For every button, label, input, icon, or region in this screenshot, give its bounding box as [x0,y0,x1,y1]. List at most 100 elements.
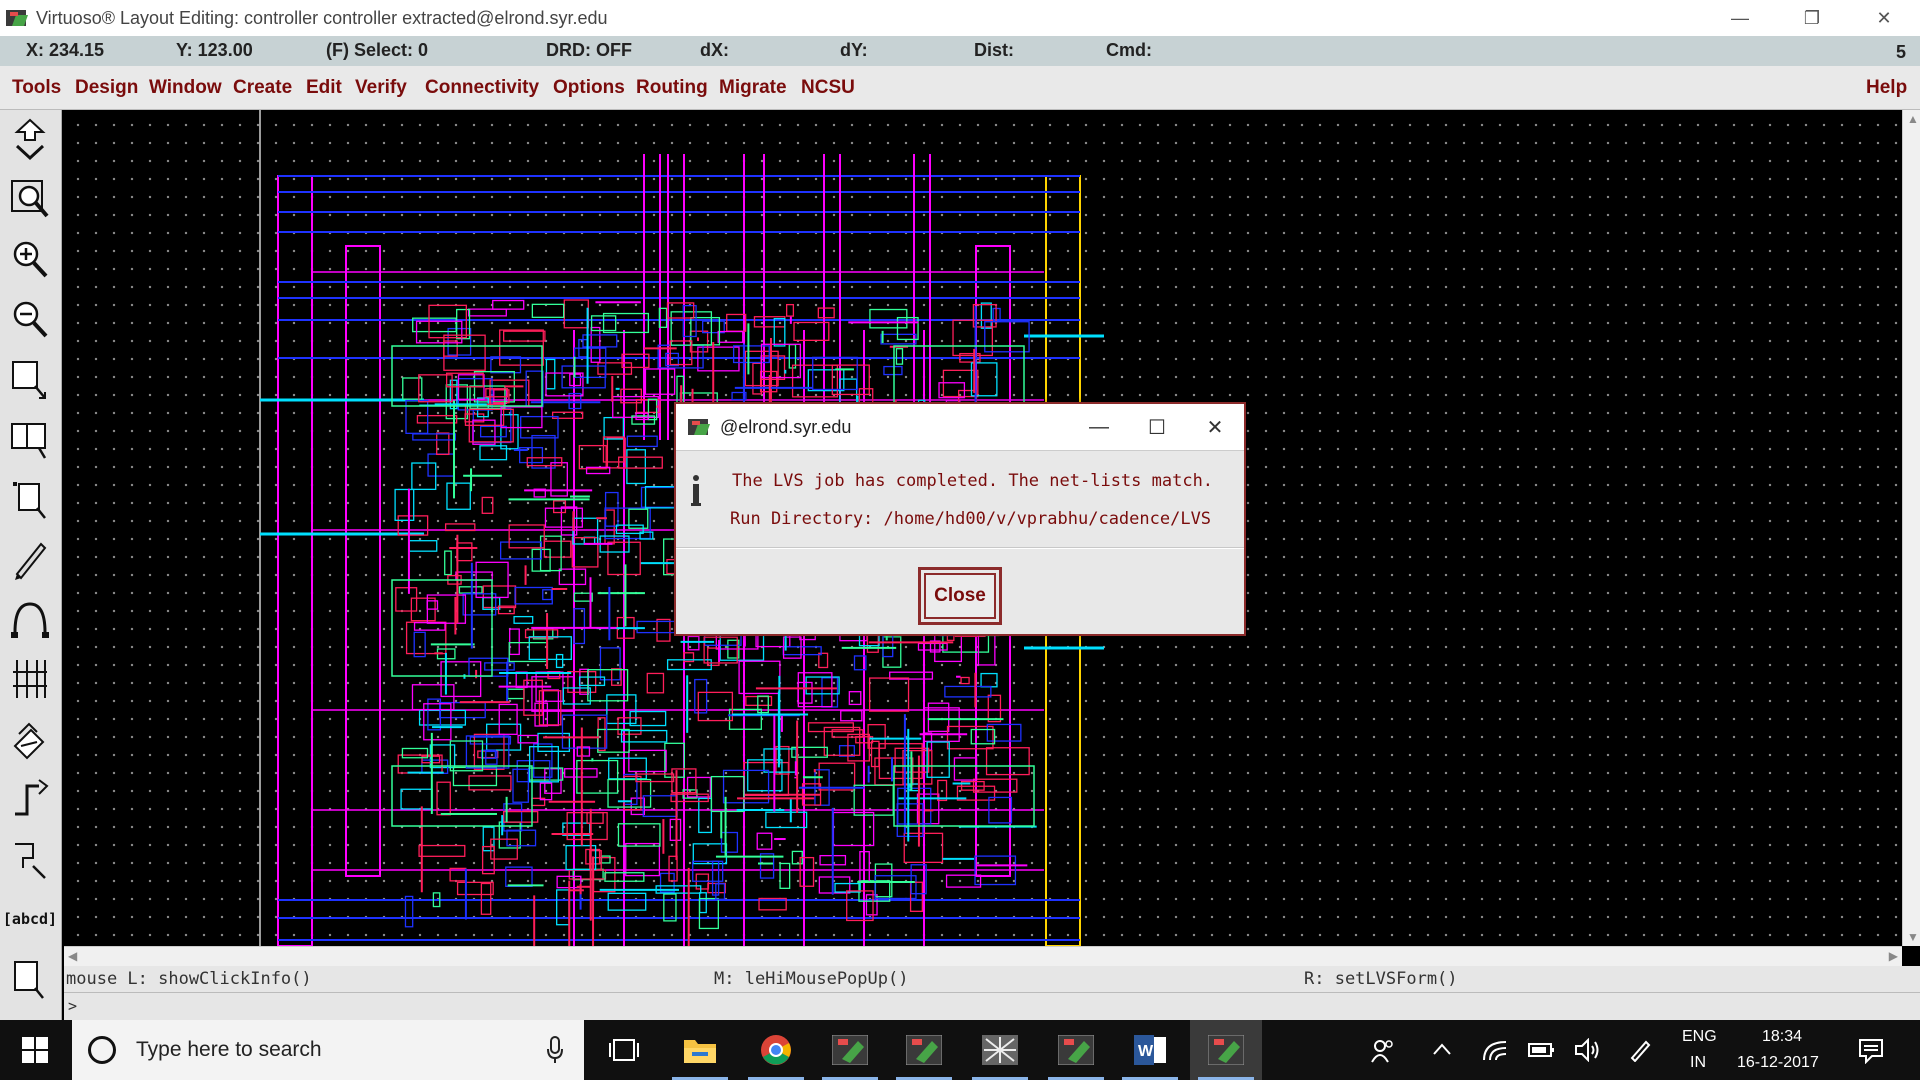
microphone-icon[interactable] [546,1036,564,1064]
battery-icon[interactable] [1528,1040,1556,1060]
layout-shape [426,600,439,610]
layout-shape [788,343,797,369]
menu-routing[interactable]: Routing [636,77,708,99]
chevron-up-icon[interactable] [1432,1042,1452,1056]
dialog-close-x-button[interactable]: ✕ [1186,404,1244,450]
start-button[interactable] [0,1020,70,1080]
instance-tool[interactable] [6,712,54,766]
virtuoso-window-3-button[interactable] [964,1020,1036,1080]
layout-shape [977,632,996,666]
clock-time[interactable]: 18:34 [1762,1028,1802,1046]
dialog-message-directory: Run Directory: /home/hd00/v/vprabhu/cade… [730,509,1212,529]
layout-shape [698,897,719,930]
properties-tool[interactable] [6,652,54,706]
stretch-tool[interactable] [6,352,54,406]
save-icon [14,118,46,161]
layout-shape [756,832,773,850]
instance-icon [13,722,45,760]
layout-shape [597,362,633,375]
layout-shape [663,893,677,922]
path-tool[interactable] [6,772,54,826]
layout-shape [847,733,870,762]
layout-shape [869,677,910,712]
layout-shape [606,694,637,725]
file-explorer-button[interactable] [664,1020,736,1080]
move-tool[interactable] [6,472,54,526]
task-view-button[interactable] [588,1020,660,1080]
restore-button[interactable]: ❐ [1776,0,1848,36]
chrome-button[interactable] [740,1020,812,1080]
layout-shape [456,308,471,340]
virtuoso-window-2-button[interactable] [888,1020,960,1080]
menu-ncsu[interactable]: NCSU [801,77,855,99]
chrome-icon [761,1035,791,1065]
minimize-button[interactable]: — [1704,0,1776,36]
copy-tool[interactable] [6,412,54,466]
layout-shape [980,302,992,329]
people-icon[interactable] [1370,1038,1396,1064]
menu-migrate[interactable]: Migrate [719,77,787,99]
dialog-minimize-button[interactable]: — [1070,404,1128,450]
menu-window[interactable]: Window [149,77,222,99]
layout-shape [446,482,471,510]
polygon-tool[interactable] [6,832,54,886]
layout-shape [926,741,950,778]
menu-verify[interactable]: Verify [355,77,407,99]
layout-shape [604,491,619,527]
layout-shape [551,411,584,419]
layout-shape [626,435,658,448]
action-center-icon[interactable] [1858,1038,1884,1064]
layout-shape [832,811,875,847]
horizontal-scrollbar[interactable]: ◀ ▶ [64,946,1902,966]
command-line[interactable]: > [64,992,1920,1020]
menu-connectivity[interactable]: Connectivity [425,77,539,99]
save-tool[interactable] [6,112,54,166]
taskbar-search-box[interactable]: Type here to search [72,1020,584,1080]
dialog-body: The LVS job has completed. The net-lists… [676,450,1244,634]
layout-shape [506,829,537,847]
pen-workspace-icon[interactable] [1628,1038,1652,1062]
menu-options[interactable]: Options [553,77,625,99]
delete-tool[interactable] [6,532,54,586]
rectangle-icon [14,961,44,999]
layout-shape [503,330,546,342]
dialog-separator [676,547,1244,549]
region-code[interactable]: IN [1690,1054,1706,1072]
layout-shape [942,369,979,398]
layout-shape [564,768,598,778]
word-button[interactable]: W [1114,1020,1186,1080]
dialog-maximize-button[interactable]: ☐ [1128,404,1186,450]
layout-shape [556,889,570,926]
window-number: 5 [1896,42,1907,62]
menu-tools[interactable]: Tools [12,77,61,99]
label-tool[interactable]: [abcd] [3,892,57,946]
layout-shape [391,765,533,827]
align-icon [13,660,47,698]
virtuoso-window-4-button[interactable] [1040,1020,1112,1080]
menu-help[interactable]: Help [1866,77,1907,99]
rectangle-tool[interactable] [6,952,54,1006]
language-code[interactable]: ENG [1682,1028,1717,1046]
close-button[interactable]: ✕ [1848,0,1920,36]
dialog-close-button[interactable]: Close [924,573,996,619]
command-prompt: > [68,997,78,1015]
menu-design[interactable]: Design [75,77,138,99]
wifi-icon[interactable] [1482,1038,1508,1062]
undo-tool[interactable] [6,592,54,646]
menu-create[interactable]: Create [233,77,292,99]
layout-shape [895,348,904,365]
volume-icon[interactable] [1574,1038,1600,1062]
layout-shape [472,419,496,445]
dialog-title: @elrond.syr.edu [720,416,852,437]
zoom-fit-tool[interactable] [6,172,54,226]
zoom-out-tool[interactable] [6,292,54,346]
zoom-in-tool[interactable] [6,232,54,286]
clock-date[interactable]: 16-12-2017 [1737,1054,1819,1072]
virtuoso-active-button[interactable] [1190,1020,1262,1080]
layout-shape [508,524,545,549]
layout-shape [818,652,829,669]
virtuoso-window-1-button[interactable] [814,1020,886,1080]
menu-edit[interactable]: Edit [306,77,342,99]
layout-shape [782,646,822,656]
vertical-scrollbar[interactable]: ▲ ▼ [1902,110,1920,946]
